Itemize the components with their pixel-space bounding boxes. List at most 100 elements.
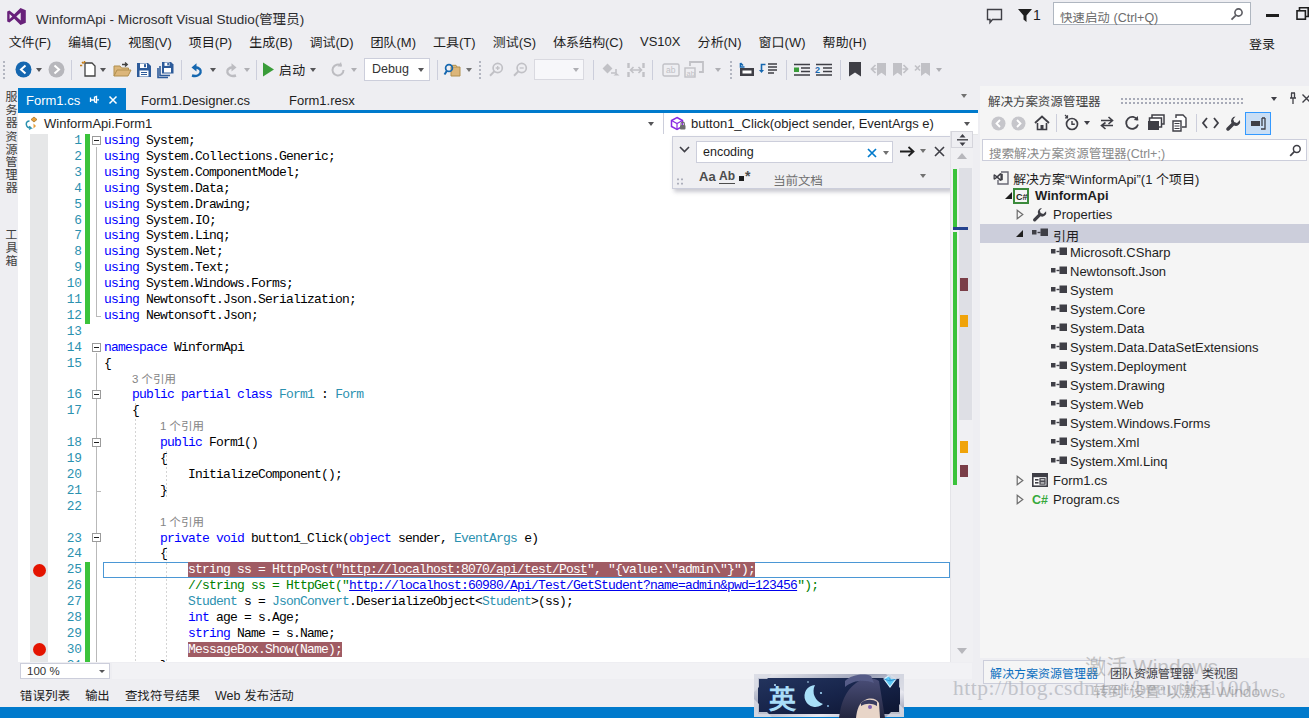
fold-toggle[interactable] xyxy=(92,390,101,399)
se-view-code-icon[interactable] xyxy=(1202,117,1219,129)
menu-帮助H[interactable]: 帮助(H) xyxy=(814,29,875,54)
undo-button[interactable] xyxy=(188,53,206,86)
menu-团队M[interactable]: 团队(M) xyxy=(362,29,425,54)
navigate-symbols-button[interactable] xyxy=(602,53,622,86)
open-file-button[interactable] xyxy=(113,53,132,86)
expander-open-icon[interactable] xyxy=(1004,191,1013,200)
tree-item-System.Web[interactable]: System.Web xyxy=(980,395,1309,414)
redo-dropdown[interactable] xyxy=(242,53,251,86)
increase-indent-button[interactable]: 2 xyxy=(814,53,834,86)
expander-closed-icon[interactable] xyxy=(1016,475,1024,486)
fold-toggle[interactable] xyxy=(92,136,101,145)
code-line-3[interactable]: using System.ComponentModel; xyxy=(104,165,300,181)
code-line-20[interactable]: InitializeComponent(); xyxy=(188,467,342,483)
expander-open-icon[interactable] xyxy=(1015,229,1024,238)
scroll-up-arrow[interactable] xyxy=(957,153,967,159)
scrollbar-splitter[interactable] xyxy=(951,131,973,148)
whole-word-button[interactable]: Ab xyxy=(719,169,735,184)
code-line-2[interactable]: using System.Collections.Generic; xyxy=(104,149,335,165)
tree-item-System.Drawing[interactable]: System.Drawing xyxy=(980,376,1309,395)
new-project-dropdown[interactable] xyxy=(98,53,107,86)
se-show-all-files-icon[interactable] xyxy=(1172,114,1189,132)
menu-体系结构C[interactable]: 体系结构(C) xyxy=(544,29,631,54)
code-line-11[interactable]: using Newtonsoft.Json.Serialization; xyxy=(104,292,356,308)
toolbar-grip-2[interactable] xyxy=(478,60,482,80)
find-resize-grip[interactable] xyxy=(676,177,684,186)
quick-launch-search[interactable]: 快速启动 (Ctrl+Q) xyxy=(1053,2,1251,25)
type-dropdown[interactable]: WinformApi.Form1 xyxy=(18,113,663,134)
start-debug-dropdown[interactable] xyxy=(308,53,317,86)
code-editor[interactable]: 1using System;2using System.Collections.… xyxy=(18,134,950,662)
search-history-dropdown-icon[interactable] xyxy=(883,151,889,155)
new-project-button[interactable] xyxy=(79,53,97,86)
tree-item-引用[interactable]: 引用 xyxy=(980,224,1309,243)
code-line-28[interactable]: int age = s.Age; xyxy=(188,610,300,626)
solution-search-box[interactable]: 搜索解决方案资源管理器(Ctrl+;) xyxy=(982,139,1307,161)
save-all-button[interactable] xyxy=(156,53,176,86)
code-line-14[interactable]: namespace WinformApi xyxy=(104,340,244,356)
menu-VS10X[interactable]: VS10X xyxy=(632,31,689,52)
zoom-in-button[interactable] xyxy=(487,53,505,86)
bottom-tab[interactable]: 错误列表 xyxy=(20,685,70,704)
pin-icon[interactable] xyxy=(89,95,100,106)
zoom-level-combo[interactable] xyxy=(534,59,584,80)
regex-button[interactable]: * xyxy=(739,168,750,184)
code-line-23[interactable]: private void button1_Click(object sender… xyxy=(160,531,538,547)
code-line-19[interactable]: { xyxy=(160,451,167,467)
find-scope-dropdown-icon[interactable] xyxy=(920,174,926,178)
code-line-6[interactable]: using System.IO; xyxy=(104,213,216,229)
find-next-icon[interactable] xyxy=(900,146,915,157)
navigate-back-dropdown[interactable] xyxy=(34,53,43,86)
tree-item-System.Windows.Forms[interactable]: System.Windows.Forms xyxy=(980,414,1309,433)
se-home-icon[interactable] xyxy=(1034,115,1050,131)
refactor-dropdown[interactable] xyxy=(712,53,723,86)
fold-toggle[interactable] xyxy=(92,343,101,352)
notification-count[interactable]: 1 xyxy=(1033,7,1041,23)
code-line-15[interactable]: { xyxy=(104,356,111,372)
redo-button[interactable] xyxy=(222,53,240,86)
fold-toggle[interactable] xyxy=(92,533,101,542)
tree-item-System.Xml[interactable]: System.Xml xyxy=(980,433,1309,452)
code-line-17[interactable]: { xyxy=(132,403,139,419)
game-ad-banner[interactable]: 英 xyxy=(753,673,905,718)
find-input[interactable]: encoding xyxy=(696,141,893,163)
code-line-21[interactable]: } xyxy=(160,483,167,499)
code-line-7[interactable]: using System.Linq; xyxy=(104,228,230,244)
find-in-files-button[interactable] xyxy=(443,53,461,86)
restart-dropdown[interactable] xyxy=(349,53,358,86)
code-line-25[interactable]: string ss = HttpPost("http://localhost:8… xyxy=(188,562,755,578)
decrease-indent-button[interactable] xyxy=(792,53,812,86)
member-dropdown[interactable]: button1_Click(object sender, EventArgs e… xyxy=(664,113,978,134)
menu-工具T[interactable]: 工具(T) xyxy=(425,29,485,54)
expander-closed-icon[interactable] xyxy=(1016,209,1024,220)
find-expand-chevron-icon[interactable] xyxy=(679,146,690,153)
navigate-back-button[interactable] xyxy=(15,53,32,86)
editor-vertical-scrollbar[interactable] xyxy=(950,131,973,662)
matching-brace-button[interactable] xyxy=(626,53,646,86)
menu-生成B[interactable]: 生成(B) xyxy=(241,29,301,54)
zoom-control[interactable]: 100 % xyxy=(20,663,110,679)
find-next-dropdown-icon[interactable] xyxy=(920,149,926,153)
code-line-24[interactable]: { xyxy=(160,546,167,562)
se-refresh-icon[interactable] xyxy=(1124,115,1140,131)
rename-button[interactable]: ab xyxy=(661,53,681,86)
start-debug-button[interactable] xyxy=(261,53,275,86)
next-bookmark-button[interactable] xyxy=(890,53,910,86)
extract-method-button[interactable]: ab xyxy=(683,53,705,86)
toolbar-grip[interactable] xyxy=(2,60,6,80)
tree-item-Newtonsoft.Json[interactable]: Newtonsoft.Json xyxy=(980,262,1309,281)
pin-panel-icon[interactable] xyxy=(1288,92,1298,105)
previous-bookmark-button[interactable] xyxy=(868,53,888,86)
match-case-button[interactable]: Aa xyxy=(699,169,716,184)
menu-视图V[interactable]: 视图(V) xyxy=(120,29,180,54)
code-line-4[interactable]: using System.Data; xyxy=(104,181,230,197)
tree-item-WinformApi[interactable]: C#WinformApi xyxy=(980,186,1309,205)
comment-button[interactable] xyxy=(737,53,757,86)
codelens-references[interactable]: 1 个引用 xyxy=(160,419,204,435)
code-line-27[interactable]: Student s = JsonConvert.DeserializeObjec… xyxy=(188,594,573,610)
tree-item-Program.cs[interactable]: C#Program.cs xyxy=(980,490,1309,509)
tree-item-Microsoft.CSharp[interactable]: Microsoft.CSharp xyxy=(980,243,1309,262)
toggle-bookmark-button[interactable] xyxy=(846,53,864,86)
menu-项目P[interactable]: 项目(P) xyxy=(180,29,240,54)
notifications-flag-icon[interactable] xyxy=(1018,9,1033,23)
